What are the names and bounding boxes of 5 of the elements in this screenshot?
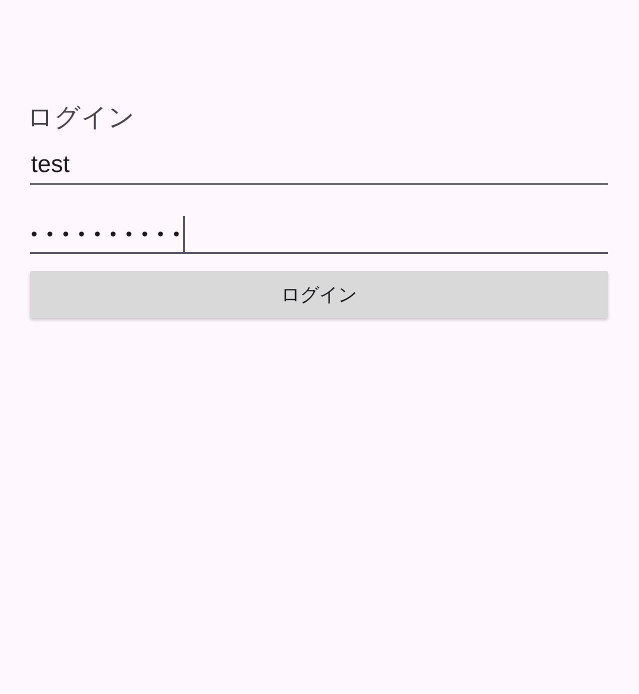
password-field[interactable]: •••••••••• [30,216,608,254]
login-button[interactable]: ログイン [30,271,608,318]
page-title: ログイン [27,102,136,135]
username-field[interactable]: test [30,147,608,185]
text-cursor [183,216,185,254]
